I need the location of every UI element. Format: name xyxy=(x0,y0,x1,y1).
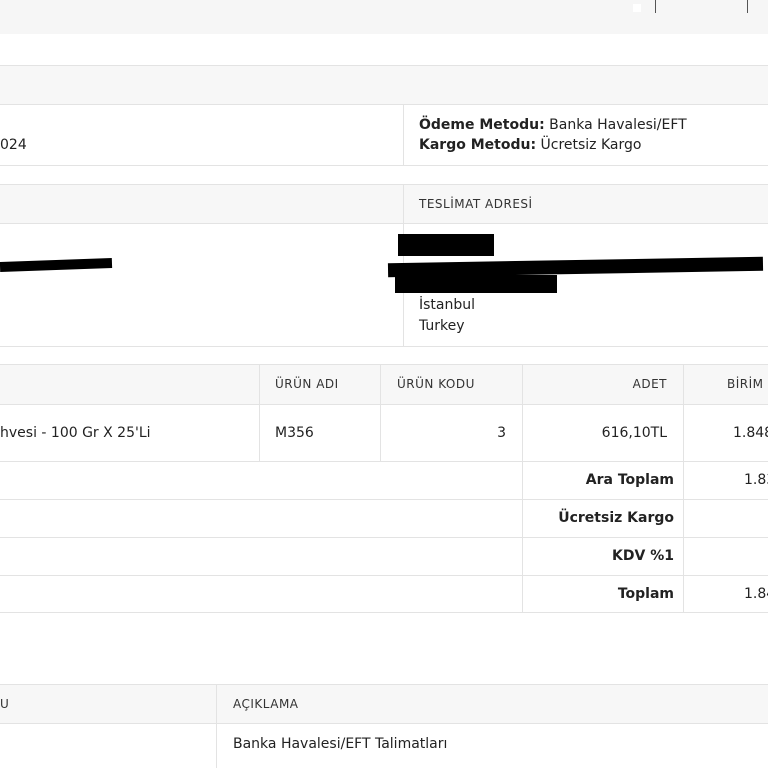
payment-table-row: Banka Havalesi/EFT Talimatları xyxy=(0,724,768,768)
address-city: İstanbul xyxy=(419,297,476,313)
payment-col-description-header: AÇIKLAMA xyxy=(233,697,299,711)
total-row: Toplam 1.84 xyxy=(0,576,768,613)
col-unit-price: BİRİM xyxy=(727,377,764,391)
delivery-address-header: TESLİMAT ADRESİ xyxy=(419,197,533,211)
address-row: İstanbul Turkey xyxy=(0,224,768,347)
top-bar xyxy=(0,0,768,34)
redacted-name xyxy=(398,234,494,256)
product-unit-price: 1.848 xyxy=(733,425,768,441)
product-code: 3 xyxy=(497,425,506,441)
payment-method-label: Ödeme Metodu: xyxy=(419,117,545,133)
shipping-method-value: Ücretsiz Kargo xyxy=(540,137,642,153)
order-info-row: 024 Ödeme Metodu: Banka Havalesi/EFT Kar… xyxy=(0,105,768,166)
order-date: 024 xyxy=(0,137,27,153)
topbar-separator xyxy=(655,0,656,13)
product-description: hvesi - 100 Gr X 25'Li xyxy=(0,425,151,441)
shipping-label: Ücretsiz Kargo xyxy=(558,510,674,526)
total-value: 1.84 xyxy=(744,586,768,602)
shipping-method: Kargo Metodu: Ücretsiz Kargo xyxy=(419,137,641,153)
payment-description: Banka Havalesi/EFT Talimatları xyxy=(233,736,448,752)
tax-row: KDV %1 xyxy=(0,538,768,576)
col-product-code: ÜRÜN KODU xyxy=(397,377,475,391)
subtotal-row: Ara Toplam 1.83 xyxy=(0,462,768,500)
table-row: hvesi - 100 Gr X 25'Li M356 3 616,10TL 1… xyxy=(0,405,768,462)
shipping-method-label: Kargo Metodu: xyxy=(419,137,537,153)
product-quantity: 616,10TL xyxy=(601,425,667,441)
payment-col-1-header: U xyxy=(0,697,10,711)
subtotal-value: 1.83 xyxy=(744,472,768,488)
product-table-header: ÜRÜN ADI ÜRÜN KODU ADET BİRİM xyxy=(0,364,768,405)
redacted-district xyxy=(395,275,557,293)
payment-method-value: Banka Havalesi/EFT xyxy=(549,117,687,133)
col-product-name: ÜRÜN ADI xyxy=(275,377,339,391)
redacted-billing-address xyxy=(0,258,113,272)
payment-method: Ödeme Metodu: Banka Havalesi/EFT xyxy=(419,117,687,133)
total-label: Toplam xyxy=(617,586,674,602)
col-quantity: ADET xyxy=(632,377,667,391)
subtotal-label: Ara Toplam xyxy=(585,472,674,488)
shipping-row: Ücretsiz Kargo xyxy=(0,500,768,538)
order-section-header xyxy=(0,65,768,105)
address-header-bar: TESLİMAT ADRESİ xyxy=(0,184,768,224)
topbar-dot xyxy=(633,4,641,12)
product-name: M356 xyxy=(275,425,314,441)
payment-table-header: U AÇIKLAMA xyxy=(0,684,768,724)
topbar-separator xyxy=(747,0,748,13)
tax-label: KDV %1 xyxy=(612,548,674,564)
address-country: Turkey xyxy=(419,318,465,334)
